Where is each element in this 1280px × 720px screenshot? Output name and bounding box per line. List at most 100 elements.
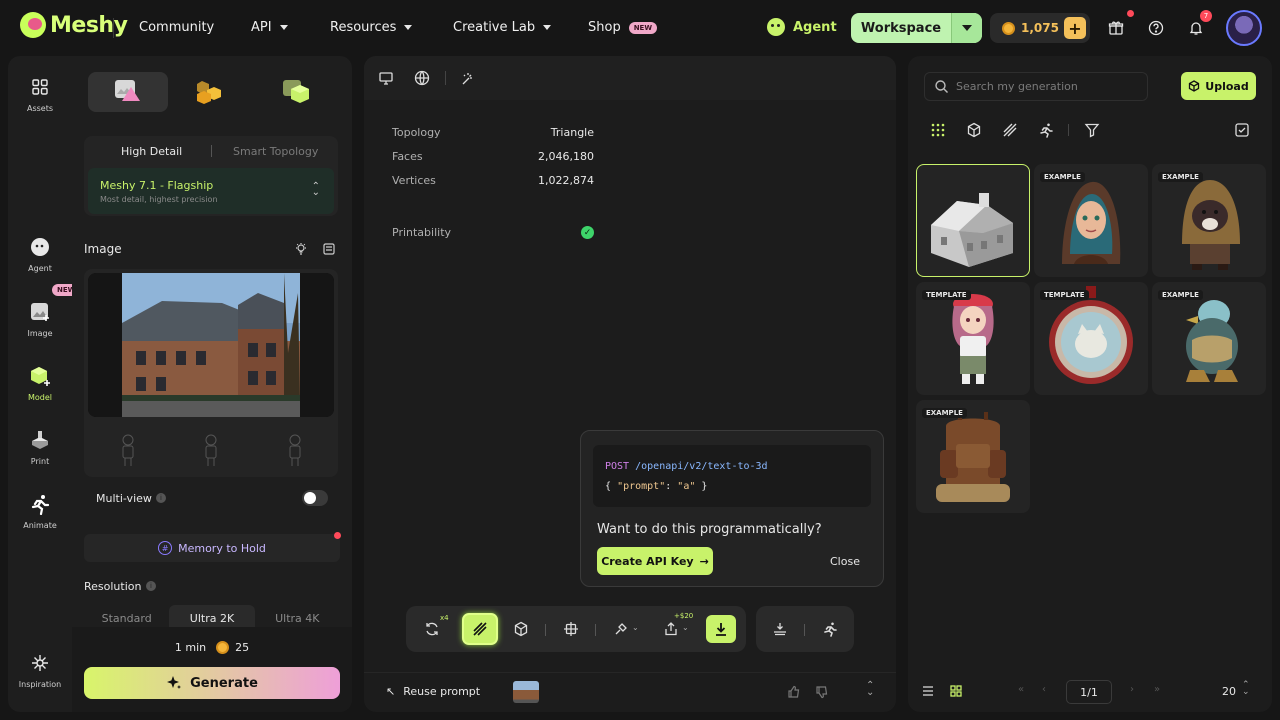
rail-item-image[interactable]: Image [8, 301, 72, 338]
tab-image-to-3d[interactable] [88, 72, 168, 112]
multiview-toggle[interactable] [302, 490, 328, 506]
card-tag: TEMPLATE [922, 290, 971, 300]
credits-display[interactable]: 1,075 + [990, 13, 1090, 43]
card-tag: EXAMPLE [1040, 172, 1085, 182]
source-thumbnail[interactable] [513, 681, 539, 703]
gift-icon[interactable] [1108, 20, 1124, 36]
cube-filter-icon[interactable] [966, 122, 982, 138]
image-upload-area[interactable] [84, 269, 338, 477]
page-size[interactable]: 20 [1222, 685, 1236, 698]
light-effect-icon[interactable] [459, 70, 475, 86]
rig-icon[interactable] [613, 621, 629, 637]
nav-api[interactable]: API [251, 20, 288, 35]
light-icon[interactable] [294, 242, 308, 256]
create-api-key-button[interactable]: Create API Key → [597, 547, 713, 575]
tab-multi-cube[interactable] [172, 72, 252, 112]
card-tag: EXAMPLE [1158, 290, 1203, 300]
memory-button[interactable]: # Memory to Hold [84, 534, 340, 562]
nav-resources[interactable]: Resources [330, 20, 413, 35]
chevron-updown-icon[interactable]: ⌃ ⌄ [1242, 681, 1250, 697]
tab-text-to-3d[interactable] [256, 72, 336, 112]
close-button[interactable]: Close [830, 555, 860, 568]
generation-card[interactable]: TEMPLATE [1034, 282, 1148, 395]
filter-icon[interactable] [1084, 122, 1100, 138]
model-select[interactable]: Meshy 7.1 - Flagship Most detail, highes… [88, 168, 334, 214]
info-icon[interactable]: i [156, 493, 166, 503]
avatar[interactable] [1226, 10, 1262, 46]
meshy-logo[interactable]: Meshy [20, 12, 128, 38]
rail-item-assets[interactable]: Assets [8, 76, 72, 113]
gift-dot [1127, 10, 1134, 17]
generation-card[interactable]: EXAMPLE [1034, 164, 1148, 277]
share-icon[interactable] [663, 621, 679, 637]
view-slot-front[interactable] [118, 433, 138, 469]
add-credits-button[interactable]: + [1064, 17, 1086, 39]
globe-icon[interactable] [414, 70, 430, 86]
workspace-button[interactable]: Workspace [851, 13, 982, 43]
transform-icon[interactable] [563, 621, 579, 637]
cube-icon [29, 365, 51, 387]
info-icon[interactable]: i [146, 581, 156, 591]
rail-label: Agent [28, 264, 52, 273]
card-tag: TEMPLATE [1040, 290, 1089, 300]
generation-card[interactable]: EXAMPLE [916, 400, 1030, 513]
generation-card[interactable]: EXAMPLE [1152, 164, 1266, 277]
smart-topology-option[interactable]: Smart Topology [233, 145, 318, 158]
rail-item-animate[interactable]: Animate [8, 493, 72, 530]
nav-shop[interactable]: Shop NEW [588, 20, 658, 35]
code-path: /openapi/v2/text-to-3d [635, 461, 768, 472]
rail-item-print[interactable]: Print [8, 429, 72, 466]
grid-dots-icon[interactable] [930, 122, 946, 138]
next-page-icon[interactable]: › [1130, 684, 1134, 695]
texture-filter-icon[interactable] [1002, 122, 1018, 138]
animation-filter-icon[interactable] [1038, 122, 1054, 138]
list-view-icon[interactable] [922, 685, 934, 697]
view-slot-side[interactable] [201, 433, 221, 469]
chevron-down-icon[interactable]: ⌄ [632, 623, 639, 632]
running-figure-icon[interactable] [822, 621, 838, 637]
grid-view-icon[interactable] [950, 685, 962, 697]
page-indicator[interactable]: 1/1 [1066, 680, 1112, 704]
rail-item-agent[interactable]: Agent [8, 236, 72, 273]
image-section-label: Image [84, 242, 122, 256]
high-detail-option[interactable]: High Detail [121, 145, 182, 158]
remesh-icon[interactable] [424, 621, 440, 637]
agent-icon [29, 236, 51, 258]
help-icon[interactable] [1148, 20, 1164, 36]
prev-page-icon[interactable]: ‹ [1042, 684, 1046, 695]
notes-icon[interactable] [322, 242, 336, 256]
generate-button[interactable]: Generate [84, 667, 340, 699]
search-input[interactable]: Search my generation [924, 72, 1148, 101]
reuse-prompt-button[interactable]: ↖ Reuse prompt [386, 685, 480, 698]
chevron-down-icon[interactable]: ⌄ [682, 623, 689, 632]
rail-item-inspiration[interactable]: Inspiration [8, 652, 72, 689]
generation-card[interactable]: EXAMPLE [1152, 282, 1266, 395]
view-slot-back[interactable] [285, 433, 305, 469]
nav-community[interactable]: Community [139, 20, 214, 35]
upload-label: Upload [1205, 79, 1249, 93]
select-checkbox-icon[interactable] [1234, 122, 1250, 138]
rail-item-model[interactable]: Model [8, 365, 72, 402]
last-page-icon[interactable]: » [1154, 684, 1160, 695]
agent-button[interactable]: Agent [767, 18, 837, 36]
credits-count: 1,075 [1021, 21, 1059, 35]
upload-button[interactable]: Upload [1181, 72, 1256, 100]
print-icon[interactable] [772, 621, 788, 637]
mesh-icon[interactable] [513, 621, 529, 637]
workspace-dropdown[interactable] [951, 13, 982, 43]
generation-card[interactable]: TEMPLATE [916, 282, 1030, 395]
rail-label: Image [27, 329, 53, 338]
time-estimate: 1 min [174, 641, 207, 654]
chevron-updown-icon[interactable]: ⌃ ⌄ [866, 681, 874, 698]
bell-icon[interactable] [1188, 20, 1204, 36]
first-page-icon[interactable]: « [1018, 684, 1024, 695]
generation-card[interactable] [916, 164, 1030, 277]
stat-printability: Printability ✓ [392, 226, 594, 239]
monitor-icon[interactable] [378, 70, 394, 86]
chevron-down-icon [962, 25, 972, 31]
chevron-down-icon [279, 25, 288, 30]
nav-creative-lab[interactable]: Creative Lab [453, 20, 552, 35]
text-to-3d-icon [283, 80, 309, 103]
thumbs-down-icon[interactable] [815, 685, 829, 699]
thumbs-up-icon[interactable] [787, 685, 801, 699]
